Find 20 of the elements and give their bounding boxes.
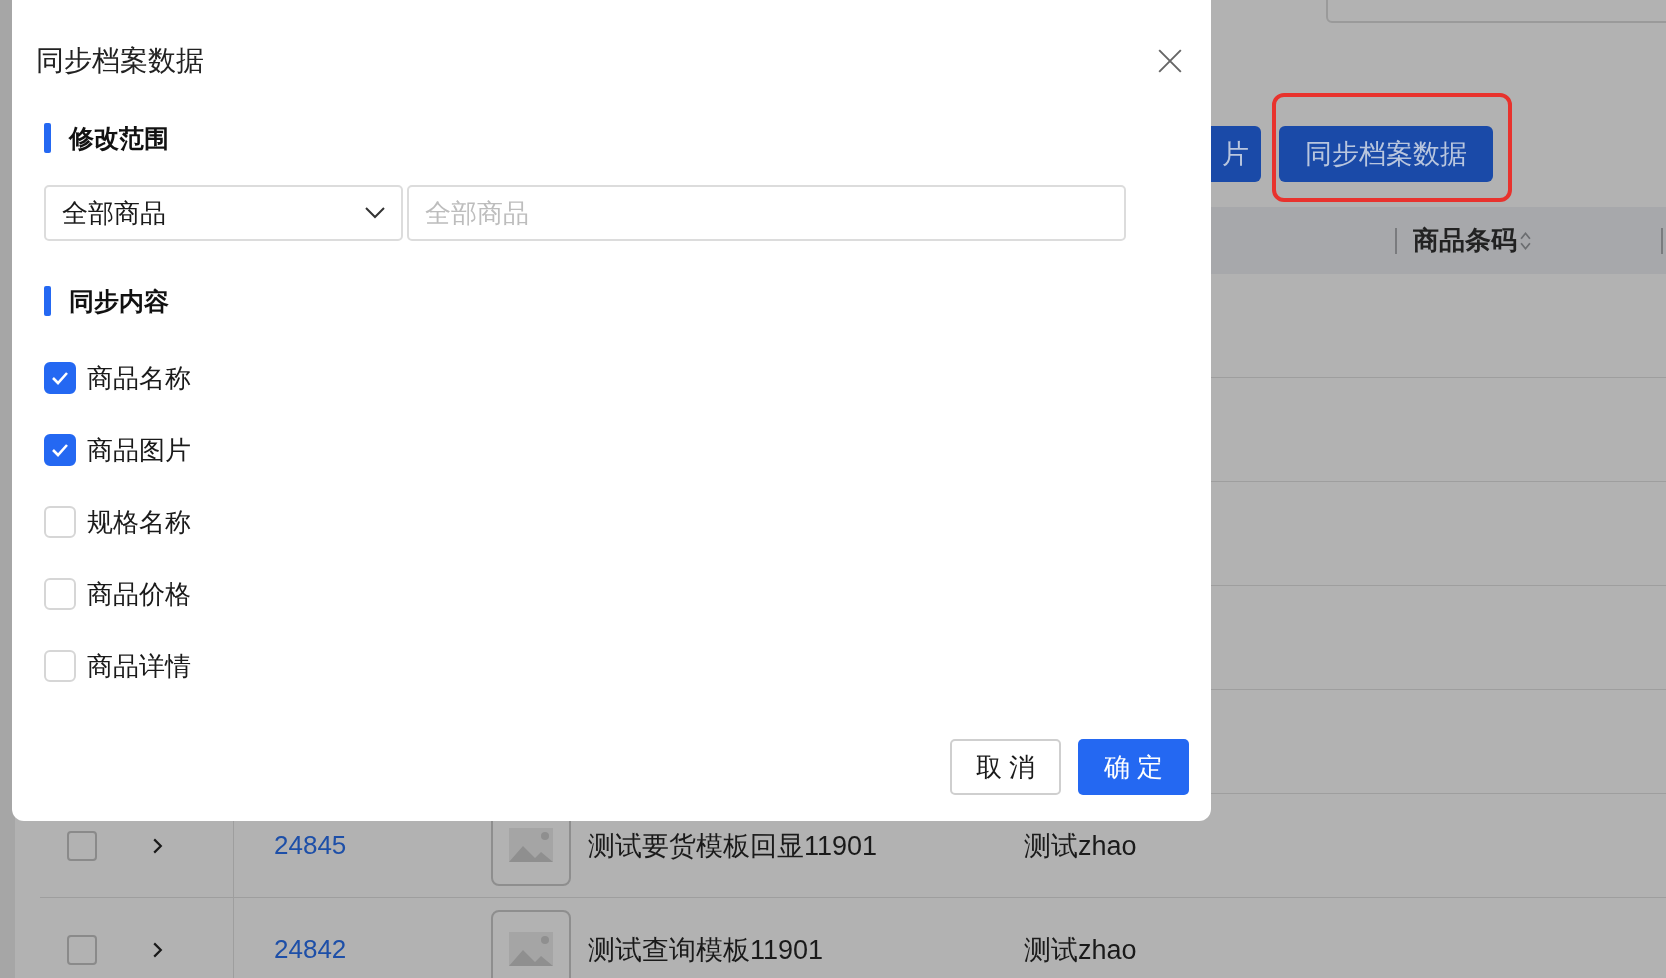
- product-name: 测试查询模板11901: [588, 933, 825, 967]
- scope-select[interactable]: 全部商品: [44, 185, 403, 241]
- creator-name: 测试zhao: [1024, 829, 1137, 863]
- product-name: 测试要货模板回显11901: [588, 829, 879, 863]
- confirm-button[interactable]: 确 定: [1078, 739, 1189, 795]
- product-id-link[interactable]: 24842: [274, 934, 491, 965]
- option-label[interactable]: 规格名称: [87, 504, 191, 540]
- section-heading: 修改范围: [69, 122, 169, 154]
- cancel-button[interactable]: 取 消: [950, 739, 1061, 795]
- dialog-title: 同步档案数据: [36, 44, 204, 78]
- scope-input-field[interactable]: 全部商品: [407, 185, 1126, 241]
- option-label[interactable]: 商品详情: [87, 648, 191, 684]
- toolbar-button[interactable]: 同步档案数据: [1279, 126, 1493, 182]
- option-label[interactable]: 商品图片: [87, 432, 191, 468]
- column-header[interactable]: 商品条码: [1413, 223, 1517, 258]
- product-id-link[interactable]: 24845: [274, 830, 491, 861]
- option-label[interactable]: 商品名称: [87, 360, 191, 396]
- option-label[interactable]: 商品价格: [87, 576, 191, 612]
- section-heading: 同步内容: [69, 285, 169, 317]
- creator-name: 测试zhao: [1024, 933, 1137, 967]
